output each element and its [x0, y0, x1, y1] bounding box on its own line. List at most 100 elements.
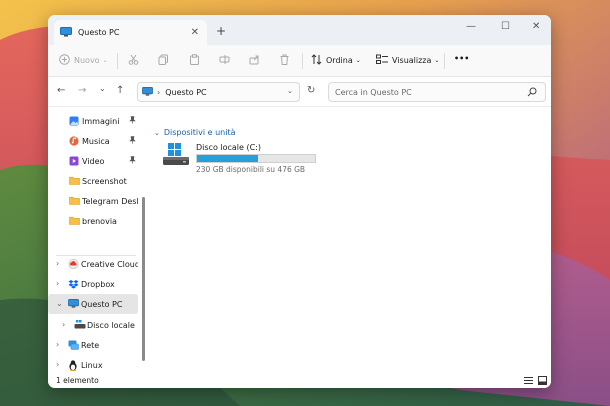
sidebar-item-telegram-deskto[interactable]: Telegram Deskto	[48, 191, 138, 211]
minimize-button[interactable]: —	[466, 21, 476, 32]
address-row: ← → ⌄ ↑ › Questo PC ⌄ ↻ Cerca in Questo …	[48, 77, 551, 107]
sidebar-item-label: Musica	[82, 137, 110, 146]
pin-icon[interactable]	[129, 156, 136, 166]
sidebar-item-label: Dropbox	[81, 280, 115, 289]
sort-icon	[311, 54, 322, 67]
sidebar-item-label: Telegram Deskto	[82, 197, 138, 206]
computer-icon	[68, 299, 79, 308]
dropbox-icon	[68, 279, 79, 289]
sidebar-item-label: Screenshot	[82, 177, 127, 186]
tab-title: Questo PC	[78, 28, 120, 37]
back-button[interactable]: ←	[57, 85, 65, 96]
sidebar-item-label: Questo PC	[81, 300, 123, 309]
folder-icon	[69, 176, 80, 185]
windows-drive-icon	[162, 143, 190, 169]
chevron-right-icon[interactable]: ›	[56, 340, 59, 349]
sidebar-scrollbar[interactable]	[142, 197, 145, 361]
network-icon	[68, 340, 79, 350]
sidebar-item-linux[interactable]: › Linux	[48, 355, 138, 375]
drive-name: Disco locale (C:)	[196, 143, 262, 152]
folder-icon	[69, 196, 80, 205]
status-bar: 1 elemento	[48, 373, 551, 388]
search-input[interactable]: Cerca in Questo PC	[328, 82, 546, 102]
details-view-icon[interactable]	[524, 376, 533, 387]
sidebar-item-musica[interactable]: Musica	[48, 131, 138, 151]
forward-button[interactable]: →	[78, 85, 86, 96]
item-count: 1 elemento	[56, 376, 99, 385]
cut-icon[interactable]	[128, 54, 139, 65]
view-icon	[376, 54, 388, 67]
creative-cloud-icon	[68, 259, 79, 269]
delete-icon[interactable]	[279, 54, 290, 65]
tab-questo-pc[interactable]: Questo PC ✕	[54, 20, 207, 45]
breadcrumb-separator: ›	[157, 87, 161, 97]
copy-icon[interactable]	[158, 54, 169, 65]
view-button[interactable]: Visualizza ⌄	[376, 54, 439, 67]
sidebar-item-disco-locale-c[interactable]: › Disco locale (C:	[48, 315, 138, 335]
sidebar-item-dropbox[interactable]: › Dropbox	[48, 274, 138, 294]
sidebar-item-brenovia[interactable]: brenovia	[48, 211, 138, 231]
toolbar-divider	[117, 53, 118, 69]
drive-icon	[74, 320, 86, 329]
group-header-devices[interactable]: ⌄ Dispositivi e unità	[154, 128, 236, 137]
chevron-right-icon[interactable]: ›	[56, 360, 59, 369]
breadcrumb-questo-pc[interactable]: Questo PC	[165, 88, 206, 97]
plus-circle-icon	[59, 54, 70, 67]
search-icon	[527, 87, 537, 99]
video-icon	[69, 156, 79, 166]
address-dropdown-icon[interactable]: ⌄	[287, 87, 293, 95]
new-label: Nuovo	[74, 56, 100, 65]
chevron-down-icon[interactable]: ⌄	[56, 299, 63, 308]
sidebar-item-label: brenovia	[82, 217, 117, 226]
address-bar[interactable]: › Questo PC ⌄	[137, 82, 300, 102]
computer-icon	[60, 26, 72, 39]
refresh-button[interactable]: ↻	[307, 85, 315, 96]
tiles-view-icon[interactable]	[538, 376, 547, 387]
sidebar-item-rete[interactable]: › Rete	[48, 335, 138, 355]
title-bar: Questo PC ✕ + — ☐ ✕	[48, 15, 551, 45]
chevron-down-icon: ⌄	[154, 128, 160, 137]
pin-icon[interactable]	[129, 116, 136, 126]
close-window-button[interactable]: ✕	[532, 21, 540, 32]
sidebar-item-label: Disco locale (C:	[87, 321, 137, 330]
tab-close-icon[interactable]: ✕	[191, 27, 199, 38]
content-pane: ⌄ Dispositivi e unità Disco locale (C:) …	[148, 107, 551, 373]
sort-button[interactable]: Ordina ⌄	[311, 54, 361, 67]
sidebar-item-immagini[interactable]: Immagini	[48, 111, 138, 131]
chevron-down-icon: ⌄	[434, 57, 440, 64]
sidebar-item-label: Video	[82, 157, 105, 166]
new-button[interactable]: Nuovo ⌄	[59, 54, 108, 67]
drive-free-space: 230 GB disponibili su 476 GB	[196, 165, 306, 174]
chevron-right-icon[interactable]: ›	[56, 259, 59, 268]
paste-icon[interactable]	[189, 54, 200, 65]
up-button[interactable]: ↑	[116, 85, 124, 96]
drive-item-c[interactable]: Disco locale (C:) 230 GB disponibili su …	[162, 143, 322, 175]
sidebar-item-questo-pc[interactable]: ⌄ Questo PC	[48, 294, 138, 314]
group-title: Dispositivi e unità	[163, 128, 236, 137]
file-explorer-window: Questo PC ✕ + — ☐ ✕ Nuovo ⌄ Ordina ⌄ Vis…	[48, 15, 551, 388]
drive-usage-bar	[196, 154, 316, 163]
chevron-right-icon[interactable]: ›	[56, 279, 59, 288]
sidebar-item-label: Linux	[81, 361, 103, 370]
rename-icon[interactable]	[219, 54, 230, 65]
sidebar-item-video[interactable]: Video	[48, 151, 138, 171]
maximize-button[interactable]: ☐	[501, 21, 510, 32]
sidebar-item-screenshot[interactable]: Screenshot	[48, 171, 138, 191]
more-options-icon[interactable]: •••	[454, 54, 469, 63]
search-placeholder: Cerca in Questo PC	[335, 87, 412, 97]
toolbar-divider	[302, 53, 303, 69]
recent-locations-button[interactable]: ⌄	[99, 84, 106, 93]
computer-icon	[142, 86, 153, 98]
toolbar-divider	[444, 53, 445, 69]
chevron-down-icon: ⌄	[102, 57, 108, 64]
sidebar-item-creative-cloud-fi[interactable]: › Creative Cloud Fi	[48, 254, 138, 274]
new-tab-button[interactable]: +	[216, 24, 226, 38]
pin-icon[interactable]	[129, 136, 136, 146]
linux-icon	[68, 360, 78, 371]
share-icon[interactable]	[249, 54, 260, 65]
sidebar-item-label: Rete	[81, 341, 100, 350]
pictures-icon	[69, 116, 79, 126]
sidebar-item-label: Creative Cloud Fi	[81, 260, 138, 269]
drive-usage-fill	[197, 155, 258, 162]
chevron-right-icon[interactable]: ›	[62, 320, 65, 329]
